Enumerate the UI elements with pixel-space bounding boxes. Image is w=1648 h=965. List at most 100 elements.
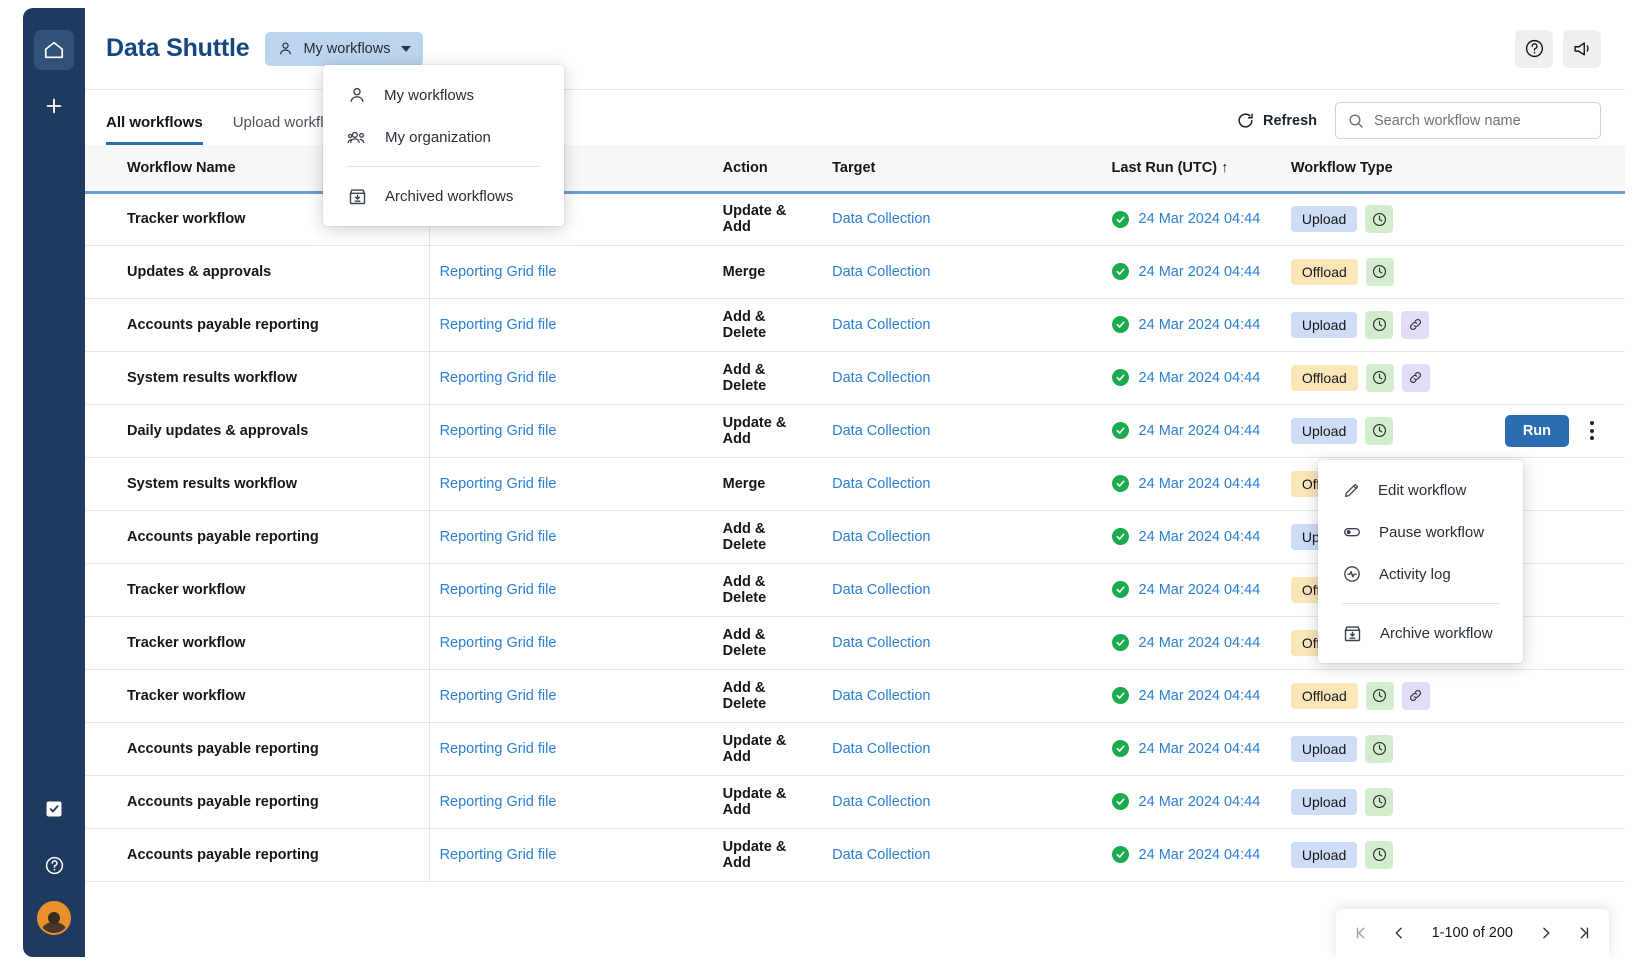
schedule-icon[interactable]	[1365, 417, 1393, 445]
source-link[interactable]: Reporting Grid file	[440, 529, 557, 545]
last-run-timestamp[interactable]: 24 Mar 2024 04:44	[1139, 264, 1261, 280]
table-row[interactable]: Tracker workflowReporting Grid fileAdd &…	[85, 669, 1625, 722]
target-link[interactable]: Data Collection	[832, 847, 930, 863]
menu-item-edit-workflow[interactable]: Edit workflow	[1318, 469, 1523, 511]
cell-target: Data Collection	[822, 775, 1101, 828]
last-run-timestamp[interactable]: 24 Mar 2024 04:44	[1139, 688, 1261, 704]
sidebar-item-tasks[interactable]	[34, 789, 74, 829]
last-run-timestamp[interactable]: 24 Mar 2024 04:44	[1139, 635, 1261, 651]
table-row[interactable]: Updates & approvalsReporting Grid fileMe…	[85, 245, 1625, 298]
last-run-timestamp[interactable]: 24 Mar 2024 04:44	[1139, 211, 1261, 227]
search-box[interactable]	[1335, 102, 1601, 139]
link-icon[interactable]	[1402, 682, 1430, 710]
chevron-left-icon	[1390, 924, 1408, 942]
source-link[interactable]: Reporting Grid file	[440, 741, 557, 757]
cell-action: Add & Delete	[713, 298, 822, 351]
source-link[interactable]: Reporting Grid file	[440, 476, 557, 492]
table-row[interactable]: Tracker workflowReporting Grid fileUpdat…	[85, 192, 1625, 245]
previous-page-button[interactable]	[1382, 916, 1416, 950]
column-header-action[interactable]: Action	[713, 145, 822, 192]
run-button[interactable]: Run	[1505, 415, 1569, 447]
last-run-timestamp[interactable]: 24 Mar 2024 04:44	[1139, 794, 1261, 810]
target-link[interactable]: Data Collection	[832, 794, 930, 810]
column-header-workflow-type[interactable]: Workflow Type	[1281, 145, 1625, 192]
cell-action: Add & Delete	[713, 510, 822, 563]
last-run-timestamp[interactable]: 24 Mar 2024 04:44	[1139, 847, 1261, 863]
table-row[interactable]: Accounts payable reportingReporting Grid…	[85, 775, 1625, 828]
target-link[interactable]: Data Collection	[832, 635, 930, 651]
target-link[interactable]: Data Collection	[832, 476, 930, 492]
schedule-icon[interactable]	[1366, 258, 1394, 286]
sidebar-item-help[interactable]	[34, 845, 74, 885]
more-vertical-icon[interactable]	[1581, 416, 1603, 446]
menu-item-archived-workflows[interactable]: Archived workflows	[323, 175, 564, 217]
check-circle-icon	[1112, 422, 1129, 439]
sidebar-item-add[interactable]	[34, 86, 74, 126]
announcements-button[interactable]	[1563, 30, 1601, 68]
table-row[interactable]: Daily updates & approvalsReporting Grid …	[85, 404, 1625, 457]
toggle-icon	[1342, 522, 1362, 542]
cell-last-run: 24 Mar 2024 04:44	[1102, 351, 1281, 404]
source-link[interactable]: Reporting Grid file	[440, 264, 557, 280]
source-link[interactable]: Reporting Grid file	[440, 688, 557, 704]
table-row[interactable]: Accounts payable reportingReporting Grid…	[85, 722, 1625, 775]
cell-target: Data Collection	[822, 404, 1101, 457]
source-link[interactable]: Reporting Grid file	[440, 794, 557, 810]
target-link[interactable]: Data Collection	[832, 317, 930, 333]
source-link[interactable]: Reporting Grid file	[440, 582, 557, 598]
help-button[interactable]	[1515, 30, 1553, 68]
last-run-timestamp[interactable]: 24 Mar 2024 04:44	[1139, 582, 1261, 598]
column-header-last-run[interactable]: Last Run (UTC) ↑	[1102, 145, 1281, 192]
target-link[interactable]: Data Collection	[832, 264, 930, 280]
last-run-timestamp[interactable]: 24 Mar 2024 04:44	[1139, 476, 1261, 492]
next-page-button[interactable]	[1529, 916, 1563, 950]
schedule-icon[interactable]	[1365, 841, 1393, 869]
tab-all-workflows[interactable]: All workflows	[106, 114, 203, 145]
last-run-timestamp[interactable]: 24 Mar 2024 04:44	[1139, 423, 1261, 439]
source-link[interactable]: Reporting Grid file	[440, 317, 557, 333]
tabs-toolbar: All workflows Upload workflows Offload w…	[85, 90, 1625, 145]
schedule-icon[interactable]	[1365, 311, 1393, 339]
table-row[interactable]: System results workflowReporting Grid fi…	[85, 351, 1625, 404]
menu-item-archive-workflow[interactable]: Archive workflow	[1318, 612, 1523, 654]
sidebar-item-home[interactable]	[34, 30, 74, 70]
workspace-switcher-button[interactable]: My workflows	[265, 32, 423, 66]
source-link[interactable]: Reporting Grid file	[440, 847, 557, 863]
search-input[interactable]	[1374, 113, 1589, 129]
column-header-target[interactable]: Target	[822, 145, 1101, 192]
target-link[interactable]: Data Collection	[832, 582, 930, 598]
link-icon[interactable]	[1402, 364, 1430, 392]
avatar[interactable]	[37, 901, 71, 935]
toolbar: Refresh	[1236, 102, 1601, 145]
target-link[interactable]: Data Collection	[832, 741, 930, 757]
table-row[interactable]: Accounts payable reportingReporting Grid…	[85, 298, 1625, 351]
schedule-icon[interactable]	[1366, 682, 1394, 710]
schedule-icon[interactable]	[1365, 205, 1393, 233]
source-link[interactable]: Reporting Grid file	[440, 635, 557, 651]
target-link[interactable]: Data Collection	[832, 370, 930, 386]
menu-item-my-organization[interactable]: My organization	[323, 116, 564, 158]
last-run-timestamp[interactable]: 24 Mar 2024 04:44	[1139, 529, 1261, 545]
last-run-timestamp[interactable]: 24 Mar 2024 04:44	[1139, 317, 1261, 333]
first-page-button[interactable]	[1344, 916, 1378, 950]
refresh-button[interactable]: Refresh	[1236, 111, 1317, 130]
schedule-icon[interactable]	[1366, 364, 1394, 392]
source-link[interactable]: Reporting Grid file	[440, 423, 557, 439]
menu-item-pause-workflow[interactable]: Pause workflow	[1318, 511, 1523, 553]
last-run-timestamp[interactable]: 24 Mar 2024 04:44	[1139, 370, 1261, 386]
pagination-info: 1-100 of 200	[1420, 925, 1525, 941]
target-link[interactable]: Data Collection	[832, 688, 930, 704]
target-link[interactable]: Data Collection	[832, 423, 930, 439]
schedule-icon[interactable]	[1365, 788, 1393, 816]
target-link[interactable]: Data Collection	[832, 529, 930, 545]
menu-item-my-workflows[interactable]: My workflows	[323, 74, 564, 116]
link-icon[interactable]	[1401, 311, 1429, 339]
target-link[interactable]: Data Collection	[832, 211, 930, 227]
table-row[interactable]: Accounts payable reportingReporting Grid…	[85, 828, 1625, 881]
last-page-button[interactable]	[1567, 916, 1601, 950]
source-link[interactable]: Reporting Grid file	[440, 370, 557, 386]
last-run-timestamp[interactable]: 24 Mar 2024 04:44	[1139, 741, 1261, 757]
cell-source: Reporting Grid file	[429, 298, 713, 351]
menu-item-activity-log[interactable]: Activity log	[1318, 553, 1523, 595]
schedule-icon[interactable]	[1365, 735, 1393, 763]
